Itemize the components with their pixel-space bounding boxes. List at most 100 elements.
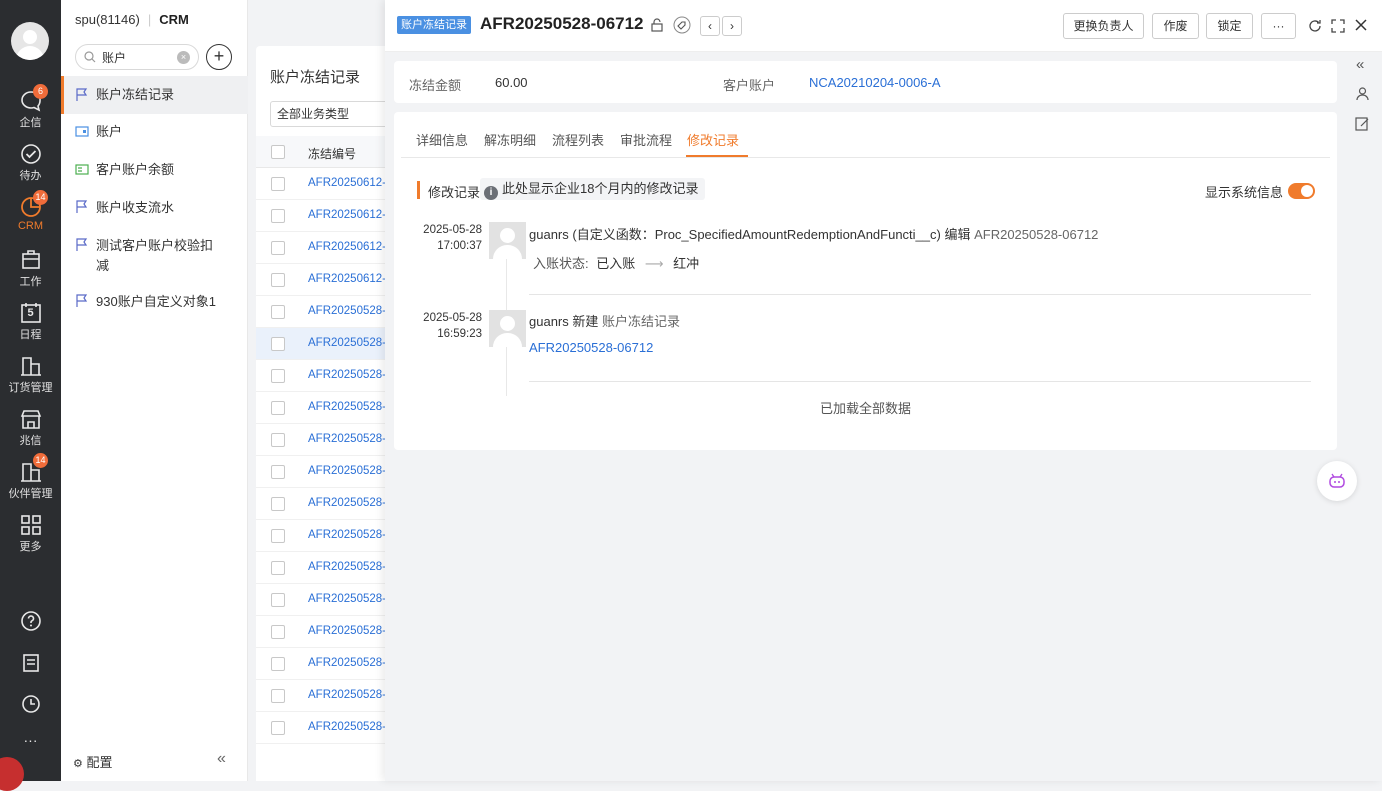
clear-icon[interactable]: × — [177, 51, 190, 64]
tab-change-log[interactable]: 修改记录 — [687, 130, 739, 149]
row-checkbox[interactable] — [271, 401, 285, 415]
table-row[interactable]: AFR20250612-0 — [256, 200, 396, 232]
rail-item-zhaoxin[interactable]: 兆信 — [0, 408, 61, 458]
rail-item-todo[interactable]: 待办 — [0, 143, 61, 193]
table-row[interactable]: AFR20250528-0 — [256, 648, 396, 680]
more-dots-icon[interactable]: ··· — [0, 732, 61, 748]
row-checkbox[interactable] — [271, 721, 285, 735]
tab-unfreeze-details[interactable]: 解冻明细 — [484, 130, 536, 149]
table-row[interactable]: AFR20250612-0 — [256, 168, 396, 200]
account-link[interactable]: NCA20210204-0006-A — [809, 75, 941, 90]
rail-item-messages[interactable]: 6 企信 — [0, 84, 61, 140]
void-button[interactable]: 作废 — [1152, 13, 1199, 39]
record-code-link[interactable]: AFR20250528-0 — [308, 657, 388, 669]
rail-item-orders[interactable]: 订货管理 — [0, 355, 61, 405]
prev-record-button[interactable]: ‹ — [700, 16, 720, 36]
unlock-icon[interactable] — [650, 18, 664, 32]
clock-icon[interactable] — [20, 693, 42, 715]
nav-search-input[interactable]: 账户 × — [75, 44, 199, 70]
record-code-link[interactable]: AFR20250528-0 — [308, 465, 388, 477]
row-checkbox[interactable] — [271, 529, 285, 543]
change-owner-button[interactable]: 更换负责人 — [1063, 13, 1144, 39]
assistant-bot-button[interactable] — [1317, 461, 1357, 501]
nav-item-freeze-record[interactable]: 账户冻结记录 — [61, 76, 248, 114]
nav-item-account[interactable]: 账户 — [61, 122, 248, 142]
refresh-icon[interactable] — [1308, 19, 1322, 33]
record-code-link[interactable]: AFR20250528-0 — [308, 433, 388, 445]
row-checkbox[interactable] — [271, 369, 285, 383]
row-checkbox[interactable] — [271, 305, 285, 319]
row-checkbox[interactable] — [271, 497, 285, 511]
row-checkbox[interactable] — [271, 657, 285, 671]
row-checkbox[interactable] — [271, 625, 285, 639]
tag-icon[interactable] — [673, 16, 691, 34]
table-row[interactable]: AFR20250528-0 — [256, 712, 396, 744]
record-code-link[interactable]: AFR20250528-0 — [308, 337, 388, 349]
row-checkbox[interactable] — [271, 241, 285, 255]
org-name[interactable]: spu(81146) — [75, 12, 140, 27]
rail-item-partners[interactable]: 14 伙伴管理 — [0, 453, 61, 511]
rail-item-more[interactable]: 更多 — [0, 514, 61, 564]
row-checkbox[interactable] — [271, 209, 285, 223]
add-button[interactable]: + — [206, 44, 232, 70]
row-checkbox[interactable] — [271, 273, 285, 287]
more-actions-button[interactable]: ··· — [1261, 13, 1296, 39]
nav-item-custom-object[interactable]: 930账户自定义对象1 — [61, 292, 248, 312]
collapse-right-icon[interactable]: « — [1356, 56, 1364, 73]
table-row[interactable]: AFR20250528-0 — [256, 616, 396, 648]
row-checkbox[interactable] — [271, 337, 285, 351]
record-code-link[interactable]: AFR20250528-0 — [308, 593, 388, 605]
nav-item-flow[interactable]: 账户收支流水 — [61, 198, 248, 218]
record-link[interactable]: AFR20250528-06712 — [529, 340, 653, 355]
table-row[interactable]: AFR20250528-0 — [256, 424, 396, 456]
business-type-select[interactable]: 全部业务类型 — [270, 101, 394, 127]
tab-approval-flow[interactable]: 审批流程 — [620, 130, 672, 149]
select-all-checkbox[interactable] — [271, 145, 285, 159]
close-icon[interactable] — [1354, 18, 1368, 32]
record-code-link[interactable]: AFR20250612-0 — [308, 209, 388, 221]
row-checkbox[interactable] — [271, 465, 285, 479]
nav-item-balance[interactable]: 客户账户余额 — [61, 160, 248, 180]
status-dot[interactable] — [0, 757, 24, 791]
record-code-link[interactable]: AFR20250528-0 — [308, 561, 388, 573]
table-row[interactable]: AFR20250528-0 — [256, 488, 396, 520]
row-checkbox[interactable] — [271, 433, 285, 447]
record-code-link[interactable]: AFR20250528-0 — [308, 497, 388, 509]
show-system-info-toggle[interactable] — [1288, 183, 1315, 199]
rail-item-work[interactable]: 工作 — [0, 249, 61, 299]
record-code-link[interactable]: AFR20250528-0 — [308, 401, 388, 413]
table-row[interactable]: AFR20250612-0 — [256, 232, 396, 264]
help-icon[interactable] — [20, 610, 42, 632]
record-code-link[interactable]: AFR20250528-0 — [308, 689, 388, 701]
rail-item-crm[interactable]: 14 CRM — [0, 190, 61, 246]
table-row[interactable]: AFR20250528-0 — [256, 680, 396, 712]
record-code-link[interactable]: AFR20250528-0 — [308, 305, 388, 317]
notes-icon[interactable] — [20, 652, 42, 674]
record-code-link[interactable]: AFR20250528-0 — [308, 369, 388, 381]
row-checkbox[interactable] — [271, 177, 285, 191]
team-icon[interactable] — [1355, 86, 1370, 101]
collapse-icon[interactable]: « — [217, 750, 226, 768]
record-code-link[interactable]: AFR20250612-0 — [308, 241, 388, 253]
table-row[interactable]: AFR20250612-0 — [256, 264, 396, 296]
table-row[interactable]: AFR20250528-0 — [256, 584, 396, 616]
row-checkbox[interactable] — [271, 593, 285, 607]
record-code-link[interactable]: AFR20250612-0 — [308, 177, 388, 189]
table-row[interactable]: AFR20250528-0 — [256, 328, 396, 360]
config-button[interactable]: ⚙ 配置 — [73, 752, 113, 771]
rail-item-schedule[interactable]: 5 日程 — [0, 302, 61, 352]
table-row[interactable]: AFR20250528-0 — [256, 360, 396, 392]
lock-button[interactable]: 锁定 — [1206, 13, 1253, 39]
tab-process-list[interactable]: 流程列表 — [552, 130, 604, 149]
record-code-link[interactable]: AFR20250528-0 — [308, 721, 388, 733]
nav-item-test-deduct[interactable]: 测试客户账户校验扣减 — [61, 236, 221, 276]
user-avatar[interactable] — [11, 22, 49, 60]
edit-note-icon[interactable] — [1355, 116, 1370, 131]
table-row[interactable]: AFR20250528-0 — [256, 552, 396, 584]
next-record-button[interactable]: › — [722, 16, 742, 36]
record-code-link[interactable]: AFR20250528-0 — [308, 529, 388, 541]
row-checkbox[interactable] — [271, 689, 285, 703]
table-row[interactable]: AFR20250528-0 — [256, 392, 396, 424]
record-code-link[interactable]: AFR20250528-0 — [308, 625, 388, 637]
column-header[interactable]: 冻结编号 — [308, 145, 356, 162]
